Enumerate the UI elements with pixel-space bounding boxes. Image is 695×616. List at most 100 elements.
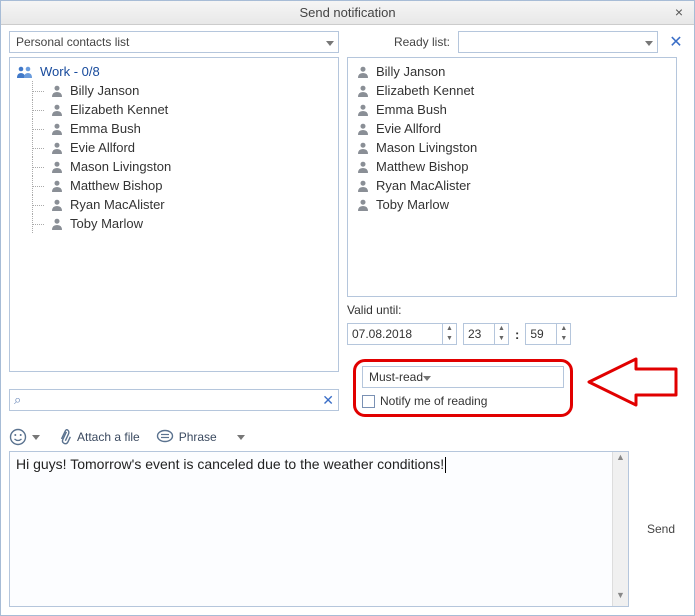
contact-name: Toby Marlow	[70, 216, 143, 231]
valid-minute-value: 59	[530, 327, 543, 341]
person-icon	[356, 179, 370, 193]
priority-highlight: Must-read Notify me of reading	[353, 359, 573, 417]
send-notification-window: Send notification × Personal contacts li…	[0, 0, 695, 616]
person-icon	[50, 160, 64, 174]
recipient-name: Evie Allford	[376, 121, 441, 136]
emoji-button[interactable]	[9, 428, 40, 446]
person-icon	[356, 65, 370, 79]
message-toolbar: Attach a file Phrase	[9, 425, 686, 449]
group-name: Work	[40, 64, 70, 79]
person-icon	[50, 103, 64, 117]
valid-until-row: Valid until: 07.08.2018 ▲▼ 23 ▲▼ : 59 ▲▼	[347, 303, 677, 345]
notify-label: Notify me of reading	[380, 394, 487, 408]
minute-spinner[interactable]: ▲▼	[556, 324, 570, 344]
callout-arrow-icon	[581, 357, 681, 407]
message-textarea[interactable]: Hi guys! Tomorrow's event is canceled du…	[9, 451, 629, 607]
recipient-name: Elizabeth Kennet	[376, 83, 474, 98]
valid-until-minute[interactable]: 59 ▲▼	[525, 323, 571, 345]
priority-dropdown[interactable]: Must-read	[362, 366, 564, 388]
notify-checkbox[interactable]	[362, 395, 375, 408]
clear-search-icon[interactable]: ✕	[322, 392, 334, 409]
tree-contact-item[interactable]: Ryan MacAlister	[26, 195, 336, 214]
contacts-group[interactable]: Work - 0/8	[12, 62, 336, 81]
recipient-name: Emma Bush	[376, 102, 447, 117]
tree-contact-item[interactable]: Billy Janson	[26, 81, 336, 100]
phrase-button[interactable]: Phrase	[156, 429, 245, 445]
person-icon	[356, 160, 370, 174]
window-title: Send notification	[299, 5, 395, 20]
chevron-down-icon	[32, 435, 40, 440]
contact-name: Evie Allford	[70, 140, 135, 155]
ready-list-label: Ready list:	[394, 35, 450, 49]
chevron-down-icon	[237, 435, 245, 440]
recipient-name: Matthew Bishop	[376, 159, 469, 174]
recipient-item[interactable]: Matthew Bishop	[350, 157, 674, 176]
recipient-item[interactable]: Emma Bush	[350, 100, 674, 119]
contacts-list-dropdown[interactable]: Personal contacts list	[9, 31, 339, 53]
recipient-item[interactable]: Ryan MacAlister	[350, 176, 674, 195]
lists-row: Work - 0/8 Billy Janson Elizabeth Kennet E…	[1, 57, 694, 372]
group-count: 0/8	[82, 64, 100, 79]
phrase-label: Phrase	[179, 430, 217, 444]
person-icon	[50, 217, 64, 231]
contact-name: Matthew Bishop	[70, 178, 163, 193]
scrollbar[interactable]: ▲ ▼	[612, 452, 628, 606]
notify-reading-row[interactable]: Notify me of reading	[362, 394, 564, 408]
recipient-name: Toby Marlow	[376, 197, 449, 212]
contact-name: Ryan MacAlister	[70, 197, 165, 212]
smiley-icon	[9, 428, 27, 446]
recipient-item[interactable]: Billy Janson	[350, 62, 674, 81]
recipient-name: Ryan MacAlister	[376, 178, 471, 193]
paperclip-icon	[56, 429, 72, 445]
valid-until-hour[interactable]: 23 ▲▼	[463, 323, 509, 345]
scroll-down-icon[interactable]: ▼	[613, 590, 628, 606]
recipients-column: Billy Janson Elizabeth Kennet Emma Bush Evi…	[347, 57, 677, 372]
person-icon	[50, 122, 64, 136]
attach-label: Attach a file	[77, 430, 140, 444]
priority-value: Must-read	[369, 370, 423, 384]
contacts-list-label: Personal contacts list	[16, 35, 129, 49]
clear-ready-list-icon[interactable]: ✕	[666, 32, 686, 52]
person-icon	[356, 84, 370, 98]
tree-contact-item[interactable]: Toby Marlow	[26, 214, 336, 233]
contact-name: Billy Janson	[70, 83, 139, 98]
close-icon[interactable]: ×	[670, 3, 688, 21]
chevron-down-icon	[423, 370, 431, 384]
send-button[interactable]: Send	[636, 515, 686, 543]
contact-name: Emma Bush	[70, 121, 141, 136]
chevron-down-icon	[645, 35, 653, 49]
hour-spinner[interactable]: ▲▼	[494, 324, 508, 344]
tree-contact-item[interactable]: Evie Allford	[26, 138, 336, 157]
text-cursor	[445, 457, 446, 473]
search-icon: ⌕	[14, 392, 21, 408]
ready-list-dropdown[interactable]	[458, 31, 658, 53]
contact-name: Mason Livingston	[70, 159, 171, 174]
valid-hour-value: 23	[468, 327, 481, 341]
contacts-search[interactable]: ⌕ ✕	[9, 389, 339, 411]
valid-until-date[interactable]: 07.08.2018 ▲▼	[347, 323, 457, 345]
send-label: Send	[647, 522, 675, 536]
recipient-item[interactable]: Elizabeth Kennet	[350, 81, 674, 100]
scroll-up-icon[interactable]: ▲	[613, 452, 628, 468]
time-colon: :	[515, 327, 519, 342]
person-icon	[356, 198, 370, 212]
tree-contact-item[interactable]: Emma Bush	[26, 119, 336, 138]
recipient-item[interactable]: Evie Allford	[350, 119, 674, 138]
group-sep: -	[70, 64, 82, 79]
contact-name: Elizabeth Kennet	[70, 102, 168, 117]
recipient-item[interactable]: Mason Livingston	[350, 138, 674, 157]
tree-contact-item[interactable]: Mason Livingston	[26, 157, 336, 176]
date-spinner[interactable]: ▲▼	[442, 324, 456, 344]
valid-until-label: Valid until:	[347, 303, 677, 317]
recipient-name: Billy Janson	[376, 64, 445, 79]
tree-contact-item[interactable]: Matthew Bishop	[26, 176, 336, 195]
message-text: Hi guys! Tomorrow's event is canceled du…	[16, 456, 444, 472]
person-icon	[356, 141, 370, 155]
recipient-item[interactable]: Toby Marlow	[350, 195, 674, 214]
contacts-tree[interactable]: Work - 0/8 Billy Janson Elizabeth Kennet E…	[9, 57, 339, 372]
attach-file-button[interactable]: Attach a file	[56, 429, 140, 445]
titlebar: Send notification ×	[1, 1, 694, 25]
recipients-list[interactable]: Billy Janson Elizabeth Kennet Emma Bush Evi…	[347, 57, 677, 297]
recipient-name: Mason Livingston	[376, 140, 477, 155]
tree-contact-item[interactable]: Elizabeth Kennet	[26, 100, 336, 119]
